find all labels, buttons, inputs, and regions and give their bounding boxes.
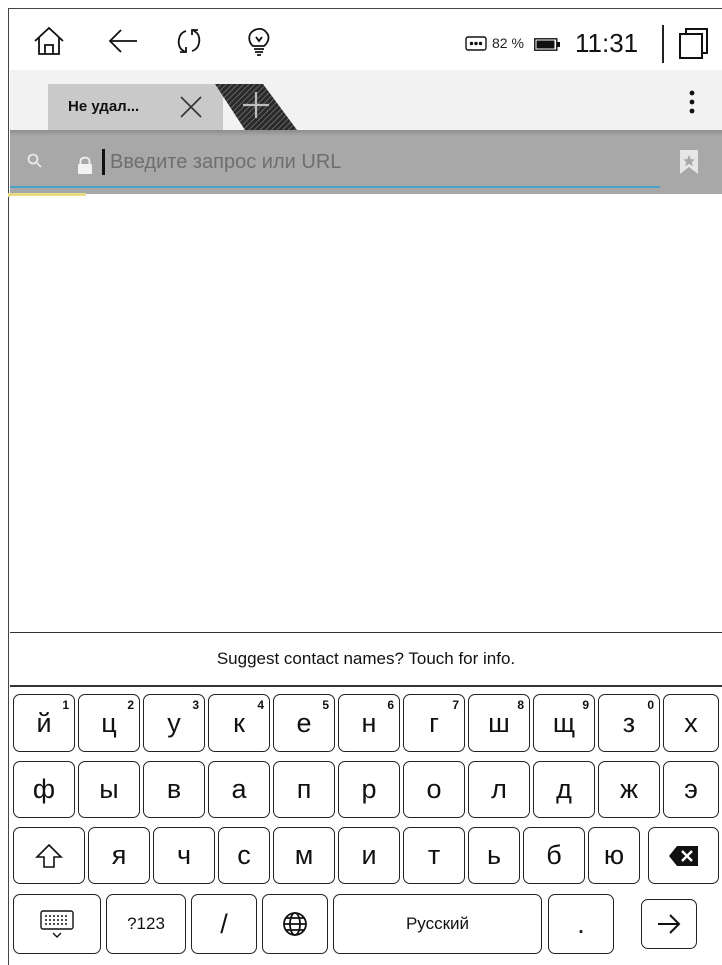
key[interactable]: й1 — [13, 694, 75, 752]
key-label: н — [361, 707, 377, 738]
key[interactable]: н6 — [338, 694, 400, 752]
status-divider — [662, 25, 664, 63]
lock-icon — [76, 154, 94, 176]
backspace-key[interactable] — [648, 827, 719, 884]
slash-key[interactable]: / — [191, 894, 257, 954]
tab-bar: Не удал... — [10, 70, 722, 130]
key-hint: 2 — [127, 698, 134, 712]
browser-tab[interactable]: Не удал... — [48, 84, 223, 130]
home-icon[interactable] — [32, 24, 66, 58]
key[interactable]: и — [338, 827, 400, 884]
message-icon — [465, 36, 487, 54]
key-label: г — [429, 707, 439, 738]
input-underline — [10, 186, 660, 188]
key-label: ш — [488, 707, 510, 738]
key[interactable]: э — [663, 761, 719, 818]
backspace-icon — [668, 845, 698, 866]
clock: 11:31 — [575, 28, 639, 58]
back-icon[interactable] — [106, 24, 140, 58]
battery-percent: 82 % — [492, 35, 524, 51]
key[interactable]: ж — [598, 761, 660, 818]
url-input[interactable] — [110, 147, 650, 177]
key[interactable]: з0 — [598, 694, 660, 752]
bookmark-icon[interactable] — [678, 148, 700, 176]
key[interactable]: о — [403, 761, 465, 818]
key-label: щ — [552, 707, 576, 738]
globe-icon — [283, 912, 307, 936]
address-bar — [10, 130, 722, 194]
search-icon — [26, 152, 44, 170]
refresh-icon[interactable] — [172, 24, 206, 58]
enter-key[interactable] — [641, 899, 697, 949]
key[interactable]: ь — [468, 827, 520, 884]
close-tab-icon[interactable] — [178, 94, 204, 120]
key[interactable]: б — [523, 827, 585, 884]
keyboard-switch-key[interactable] — [13, 894, 101, 954]
key-hint: 9 — [582, 698, 589, 712]
key[interactable]: е5 — [273, 694, 335, 752]
keyboard-icon — [40, 910, 74, 938]
key[interactable]: ш8 — [468, 694, 530, 752]
status-bar: 82 % 11:31 — [10, 10, 722, 70]
key[interactable]: ч — [153, 827, 215, 884]
key-label: з — [622, 707, 636, 738]
keyboard-divider — [10, 685, 722, 687]
lightbulb-icon[interactable] — [242, 24, 276, 58]
space-key[interactable]: Русский — [333, 894, 542, 954]
shift-icon — [35, 843, 63, 868]
key-label: к — [233, 707, 245, 738]
language-key[interactable] — [262, 894, 328, 954]
tab-title: Не удал... — [68, 98, 140, 115]
key-hint: 8 — [517, 698, 524, 712]
key-label: у — [167, 707, 181, 738]
arrow-right-icon — [658, 914, 681, 934]
recent-apps-icon[interactable] — [676, 26, 712, 62]
shift-key[interactable] — [13, 827, 85, 884]
key-hint: 0 — [647, 698, 654, 712]
text-cursor — [102, 149, 105, 175]
key[interactable]: т — [403, 827, 465, 884]
key-hint: 5 — [322, 698, 329, 712]
key[interactable]: ф — [13, 761, 75, 818]
key[interactable]: я — [88, 827, 150, 884]
key-hint: 7 — [452, 698, 459, 712]
key[interactable]: ц2 — [78, 694, 140, 752]
key[interactable]: у3 — [143, 694, 205, 752]
overflow-menu-icon[interactable] — [682, 88, 702, 118]
key-hint: 1 — [62, 698, 69, 712]
key[interactable]: а — [208, 761, 270, 818]
battery-icon — [534, 38, 561, 51]
key[interactable]: ю — [588, 827, 640, 884]
key-label: ц — [101, 707, 117, 738]
page-content — [10, 196, 722, 632]
key[interactable]: р — [338, 761, 400, 818]
key[interactable]: в — [143, 761, 205, 818]
key-label: й — [36, 707, 52, 738]
symbols-key[interactable]: ?123 — [106, 894, 186, 954]
key[interactable]: п — [273, 761, 335, 818]
period-key[interactable]: . — [548, 894, 614, 954]
key-hint: 6 — [387, 698, 394, 712]
address-bar-shadow — [10, 130, 722, 136]
key[interactable]: щ9 — [533, 694, 595, 752]
key-label: х — [684, 707, 698, 738]
key-hint: 4 — [257, 698, 264, 712]
key[interactable]: х — [663, 694, 719, 752]
key[interactable]: г7 — [403, 694, 465, 752]
key[interactable]: к4 — [208, 694, 270, 752]
key[interactable]: д — [533, 761, 595, 818]
key-hint: 3 — [192, 698, 199, 712]
key[interactable]: ы — [78, 761, 140, 818]
key[interactable]: с — [218, 827, 270, 884]
key[interactable]: м — [273, 827, 335, 884]
key[interactable]: л — [468, 761, 530, 818]
key-label: е — [296, 707, 312, 738]
suggestion-strip[interactable]: Suggest contact names? Touch for info. — [10, 633, 722, 685]
new-tab-button[interactable] — [215, 84, 297, 130]
